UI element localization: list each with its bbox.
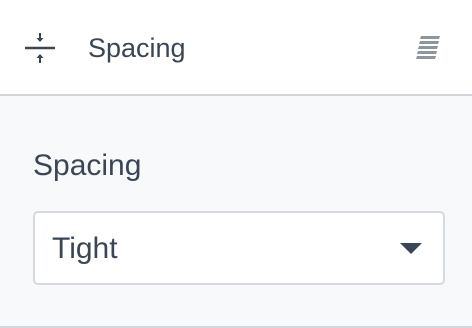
chevron-down-icon <box>400 243 422 254</box>
panel-title: Spacing <box>88 33 186 63</box>
spacing-select[interactable]: Tight <box>33 211 445 285</box>
panel-header[interactable]: Spacing <box>0 0 472 96</box>
spacing-panel-body: Spacing Tight <box>0 96 472 328</box>
spacing-field-label: Spacing <box>33 149 142 182</box>
paragraph-lines-icon <box>416 36 440 59</box>
spacing-icon <box>25 33 55 63</box>
spacing-select-value: Tight <box>52 232 118 265</box>
